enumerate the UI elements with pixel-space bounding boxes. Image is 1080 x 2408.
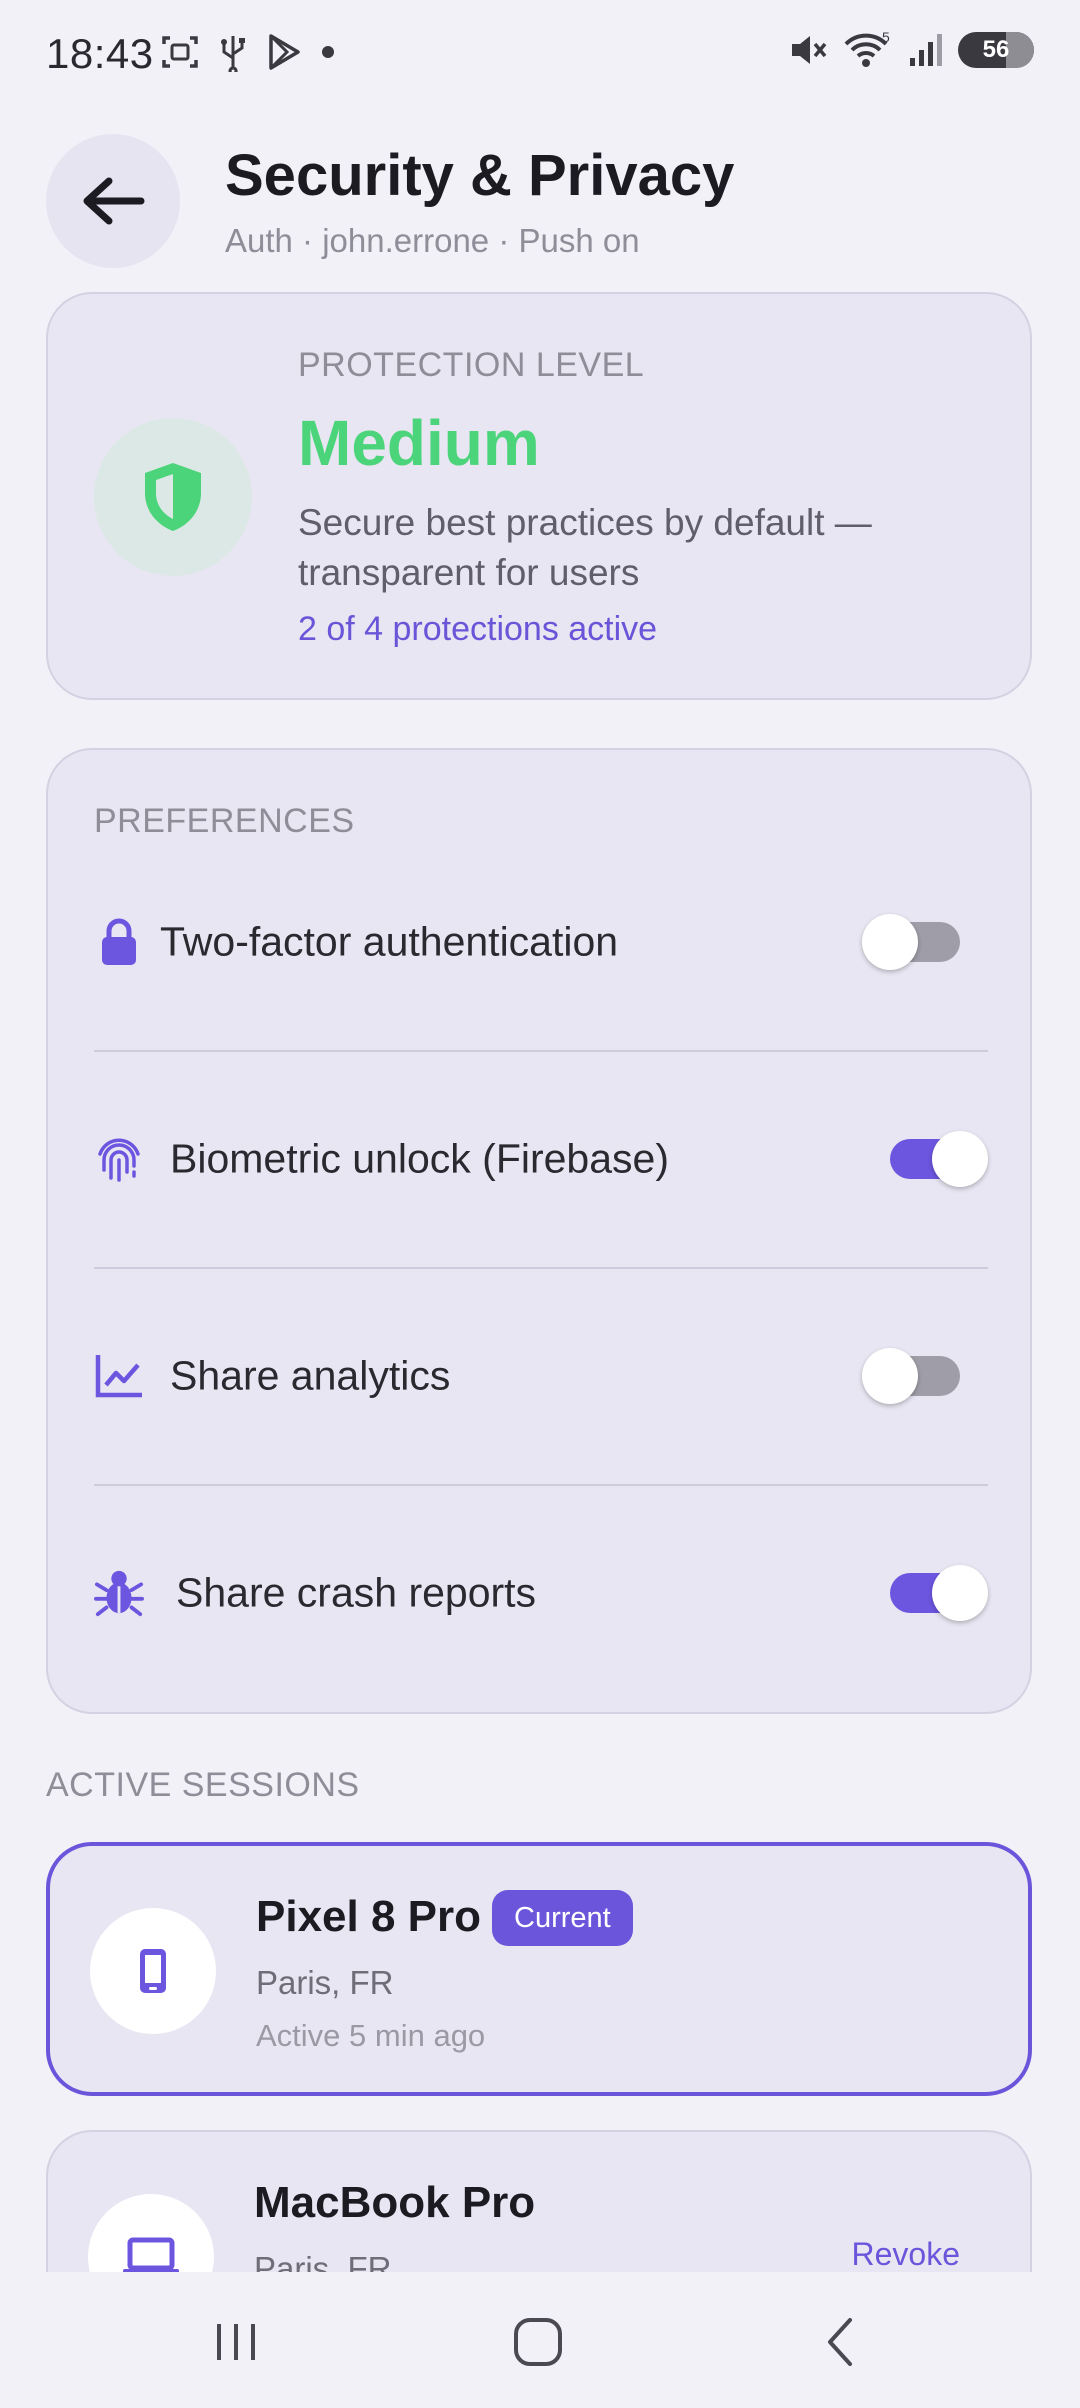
protection-level-label: PROTECTION LEVEL — [298, 346, 645, 384]
screenshot-icon — [162, 36, 198, 68]
device-last-active: Active 5 min ago — [256, 2018, 486, 2053]
toggle-analytics[interactable] — [862, 1348, 960, 1404]
play-store-icon — [269, 34, 300, 70]
pref-row-crash-reports[interactable]: Share crash reports — [94, 1485, 988, 1701]
protection-level-card: PROTECTION LEVEL Medium Secure best prac… — [46, 292, 1032, 700]
status-right-icons: 5 56 — [788, 30, 1034, 70]
wifi-icon: 5 — [844, 30, 890, 67]
pref-label: Share crash reports — [176, 1569, 537, 1616]
chevron-left-icon — [828, 2318, 852, 2366]
dot-icon — [322, 46, 334, 58]
pref-row-analytics[interactable]: Share analytics — [94, 1268, 988, 1484]
protection-description: Secure best practices by default — trans… — [298, 502, 872, 593]
toggle-crash-reports[interactable] — [890, 1565, 988, 1621]
device-location: Paris, FR — [256, 1964, 394, 2001]
revoke-button[interactable]: Revoke — [852, 2236, 961, 2273]
status-left-icons — [160, 32, 336, 72]
pref-label: Biometric unlock (Firebase) — [170, 1135, 669, 1182]
battery-icon: 56 — [958, 32, 1034, 68]
device-name: MacBook Pro — [254, 2178, 536, 2227]
device-avatar — [90, 1908, 216, 2034]
preferences-card: PREFERENCES Two-factor authentication Bi… — [46, 748, 1032, 1714]
protections-active-count: 2 of 4 protections active — [298, 610, 658, 648]
toggle-biometric[interactable] — [890, 1131, 988, 1187]
pref-row-two-factor[interactable]: Two-factor authentication — [94, 834, 988, 1050]
session-card-current[interactable]: Pixel 8 Pro Current Paris, FR Active 5 m… — [46, 1842, 1032, 2096]
recents-icon — [217, 2324, 255, 2360]
active-sessions-label: ACTIVE SESSIONS — [46, 1766, 360, 1804]
phone-icon — [140, 1949, 166, 1993]
home-icon — [514, 2318, 562, 2366]
status-bar: 18:43 5 56 — [0, 0, 1080, 110]
battery-level: 56 — [982, 36, 1010, 63]
bug-icon — [94, 1568, 144, 1618]
signal-icon — [910, 34, 942, 66]
protection-level-value: Medium — [298, 407, 540, 479]
page-title: Security & Privacy — [225, 143, 735, 208]
usb-icon — [221, 36, 245, 72]
fingerprint-icon — [94, 1134, 144, 1184]
chart-icon — [94, 1351, 144, 1401]
lock-icon — [94, 917, 144, 967]
back-button[interactable] — [46, 134, 180, 268]
svg-text:5: 5 — [882, 30, 890, 45]
system-nav-bar — [0, 2272, 1080, 2408]
shield-icon — [145, 463, 201, 531]
page-subtitle: Auth · john.errone · Push on — [225, 222, 640, 259]
status-time: 18:43 — [46, 30, 154, 77]
recents-button[interactable] — [196, 2312, 276, 2372]
pref-row-biometric[interactable]: Biometric unlock (Firebase) — [94, 1051, 988, 1267]
pref-label: Share analytics — [170, 1352, 451, 1399]
mute-icon — [792, 36, 827, 64]
home-button[interactable] — [498, 2312, 578, 2372]
nav-back-button[interactable] — [800, 2312, 880, 2372]
arrow-left-icon — [83, 177, 145, 225]
current-badge: Current — [492, 1890, 633, 1946]
toggle-two-factor[interactable] — [862, 914, 960, 970]
device-name: Pixel 8 Pro — [256, 1892, 482, 1941]
laptop-icon — [123, 2237, 179, 2275]
pref-label: Two-factor authentication — [160, 918, 619, 965]
shield-badge — [94, 418, 252, 576]
